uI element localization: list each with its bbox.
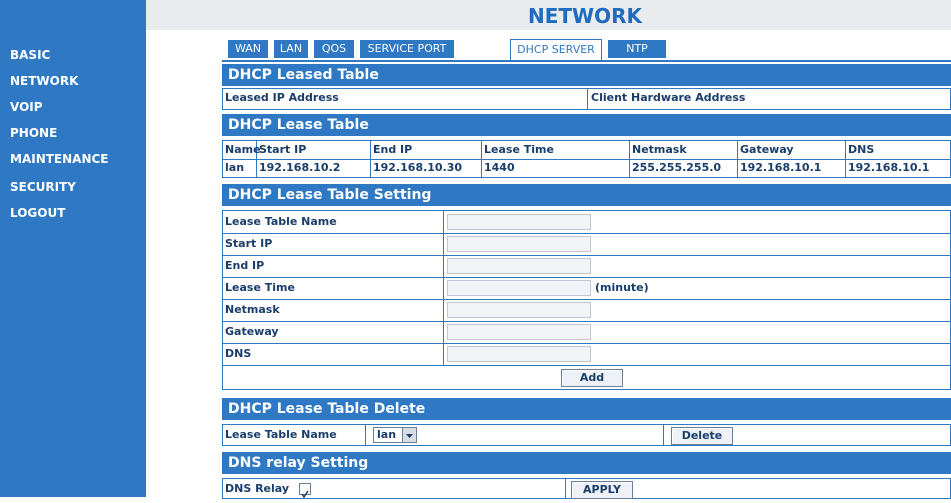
end-ip-input[interactable] [447,258,591,274]
gateway-input[interactable] [447,324,591,340]
dns-relay-row: DNS Relay APPLY [222,478,951,499]
field-label-dns: DNS [225,347,252,360]
tab-wan[interactable]: WAN [228,40,268,58]
lease-table-name-input[interactable] [447,214,591,230]
checkmark-icon [301,490,309,499]
row-name: lan [225,161,245,174]
lease-table-select[interactable]: lan [373,427,417,443]
tab-service-port[interactable]: SERVICE PORT [360,40,454,58]
chevron-down-icon [402,428,416,442]
field-label-end-ip: End IP [225,259,265,272]
nav-phone[interactable]: PHONE [10,126,57,140]
delete-button[interactable]: Delete [671,427,733,445]
lease-setting-form: Lease Table Name Start IP End IP Lease T… [222,210,951,390]
dns-relay-checkbox[interactable] [299,483,311,499]
nav-voip[interactable]: VOIP [10,100,43,114]
lease-table-select-value: lan [377,428,397,441]
leased-table: Leased IP Address Client Hardware Addres… [222,88,951,110]
lease-time-input[interactable] [447,280,591,296]
tab-qos[interactable]: QOS [314,40,354,58]
nav-basic[interactable]: BASIC [10,48,50,62]
field-label-gateway: Gateway [225,325,279,338]
field-label-lease-time: Lease Time [225,281,295,294]
add-button[interactable]: Add [561,369,623,387]
nav-security[interactable]: SECURITY [10,180,76,194]
field-label-start-ip: Start IP [225,237,273,250]
col-name: Name [225,143,261,156]
lease-table-header: DHCP Lease Table [222,114,951,136]
nav-maintenance[interactable]: MAINTENANCE [10,152,109,166]
col-netmask: Netmask [632,143,687,156]
tab-bar: WAN LAN QOS SERVICE PORT DHCP SERVER NTP [222,39,951,62]
delete-label: Lease Table Name [225,428,337,441]
lease-setting-header: DHCP Lease Table Setting [222,184,951,206]
leased-table-title: DHCP Leased Table [228,67,379,83]
field-label-netmask: Netmask [225,303,280,316]
apply-button[interactable]: APPLY [571,481,633,499]
netmask-input[interactable] [447,302,591,318]
field-label-lease-table-name: Lease Table Name [225,215,337,228]
col-dns: DNS [848,143,875,156]
main-content: NETWORK WAN LAN QOS SERVICE PORT DHCP SE… [146,0,951,499]
page-title: NETWORK [528,4,643,28]
lease-delete-row: Lease Table Name lan Delete [222,424,951,446]
lease-delete-title: DHCP Lease Table Delete [228,401,426,417]
col-gateway: Gateway [740,143,794,156]
page-header: NETWORK [146,0,951,30]
lease-time-unit: (minute) [595,281,649,294]
lease-table: Name Start IP End IP Lease Time Netmask … [222,140,951,178]
leased-ip-header: Leased IP Address [225,91,339,104]
row-end-ip: 192.168.10.30 [373,161,463,174]
start-ip-input[interactable] [447,236,591,252]
tab-ntp[interactable]: NTP [608,40,666,58]
row-dns: 192.168.10.1 [848,161,930,174]
dns-input[interactable] [447,346,591,362]
lease-delete-header: DHCP Lease Table Delete [222,398,951,420]
col-start-ip: Start IP [259,143,307,156]
row-lease-time: 1440 [484,161,515,174]
col-end-ip: End IP [373,143,413,156]
tab-lan[interactable]: LAN [274,40,308,58]
dns-relay-header: DNS relay Setting [222,452,951,474]
dns-relay-label: DNS Relay [225,482,290,495]
sidebar: BASIC NETWORK VOIP PHONE MAINTENANCE SEC… [0,0,146,497]
row-gateway: 192.168.10.1 [740,161,822,174]
nav-logout[interactable]: LOGOUT [10,206,65,220]
col-lease-time: Lease Time [484,143,554,156]
leased-table-header: DHCP Leased Table [222,64,951,86]
tab-dhcp-server[interactable]: DHCP SERVER [510,39,602,60]
nav-network[interactable]: NETWORK [10,74,78,88]
lease-setting-title: DHCP Lease Table Setting [228,187,432,203]
row-start-ip: 192.168.10.2 [259,161,341,174]
client-hw-header: Client Hardware Address [591,91,746,104]
dns-relay-title: DNS relay Setting [228,455,369,471]
row-netmask: 255.255.255.0 [632,161,722,174]
lease-table-title: DHCP Lease Table [228,117,369,133]
